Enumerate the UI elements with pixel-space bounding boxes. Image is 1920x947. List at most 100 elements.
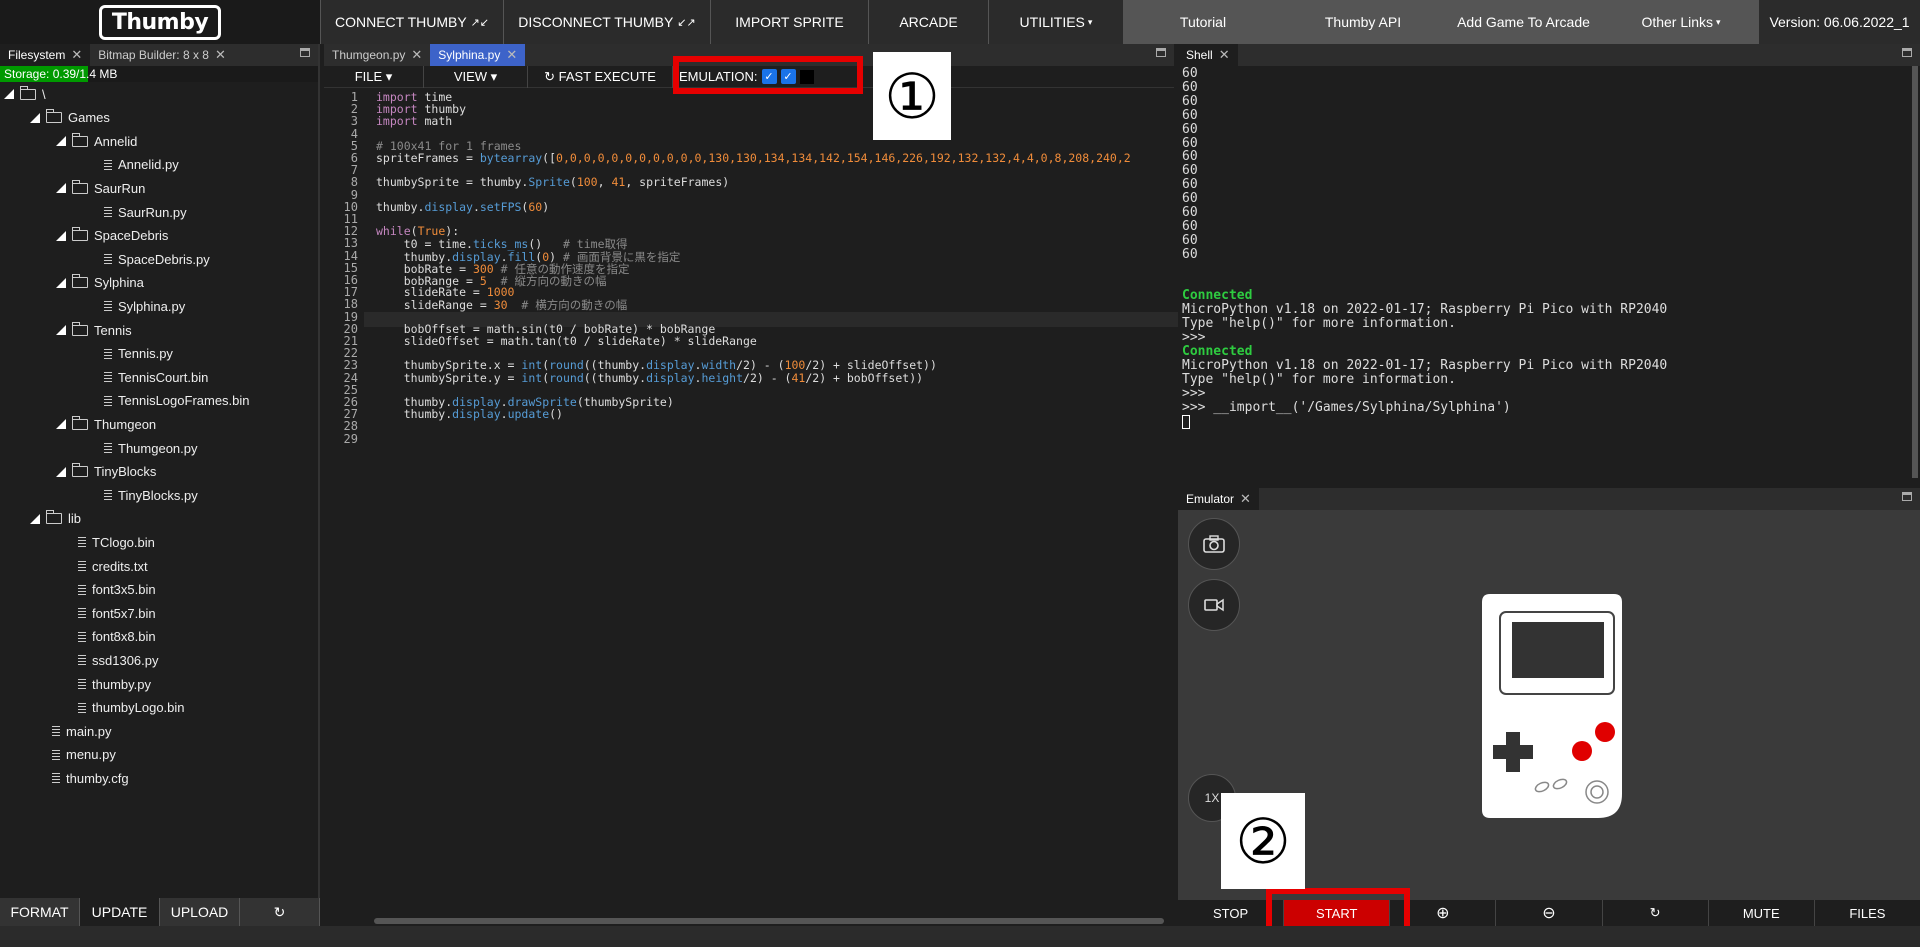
tree-folder[interactable]: SaurRun: [56, 178, 145, 198]
tree-file[interactable]: SpaceDebris.py: [104, 249, 210, 269]
expand-arrow-icon[interactable]: [56, 230, 66, 241]
expand-arrow-icon[interactable]: [56, 466, 66, 477]
expand-arrow-icon[interactable]: [30, 513, 40, 524]
maximize-icon[interactable]: [1902, 48, 1912, 57]
tree-folder[interactable]: Annelid: [56, 131, 137, 151]
tab-emulator[interactable]: Emulator ✕: [1178, 488, 1259, 510]
tree-file[interactable]: thumby.cfg: [52, 768, 129, 788]
tree-file[interactable]: thumby.py: [78, 674, 151, 694]
code-editor[interactable]: 1 import time 2 import thumby 3 import math 4 5…: [324, 88, 1174, 918]
thumby-api-link[interactable]: Thumby API: [1282, 0, 1443, 44]
tree-item-label: Thumgeon: [94, 416, 157, 432]
expand-arrow-icon[interactable]: [56, 136, 66, 147]
screenshot-button[interactable]: [1188, 518, 1240, 570]
files-button[interactable]: FILES: [1815, 900, 1920, 926]
expand-arrow-icon[interactable]: [56, 419, 66, 430]
update-button[interactable]: UPDATE: [80, 898, 160, 926]
horizontal-scrollbar[interactable]: [374, 918, 1164, 924]
tree-file[interactable]: TennisLogoFrames.bin: [104, 391, 250, 411]
shell-line: 60: [1182, 205, 1198, 220]
tree-folder[interactable]: Games: [30, 108, 110, 128]
arcade-button[interactable]: ARCADE: [868, 0, 988, 44]
reset-icon[interactable]: ↻: [1603, 900, 1709, 926]
tutorial-link[interactable]: Tutorial: [1123, 0, 1282, 44]
format-button[interactable]: FORMAT: [0, 898, 80, 926]
close-icon[interactable]: ✕: [1240, 491, 1251, 507]
expand-arrow-icon[interactable]: [56, 325, 66, 335]
connect-icon: ↗↙: [470, 16, 490, 29]
disconnect-thumby-button[interactable]: DISCONNECT THUMBY ↙↗: [503, 0, 710, 44]
expand-arrow-icon[interactable]: [56, 183, 66, 194]
close-icon[interactable]: ✕: [1219, 47, 1230, 63]
shell-cursor[interactable]: [1182, 414, 1190, 429]
tree-file[interactable]: ssd1306.py: [78, 650, 159, 670]
expand-arrow-icon[interactable]: [30, 112, 40, 123]
file-icon: [78, 608, 86, 619]
code-token: update: [507, 407, 550, 422]
close-icon[interactable]: ✕: [215, 47, 226, 63]
code-token: int: [521, 370, 543, 385]
close-icon[interactable]: ✕: [411, 47, 422, 63]
fast-execute-button[interactable]: ↻ FAST EXECUTE: [528, 65, 673, 88]
tree-file[interactable]: Tennis.py: [104, 344, 173, 364]
tree-file[interactable]: TinyBlocks.py: [104, 485, 198, 505]
tree-folder[interactable]: lib: [30, 509, 81, 529]
tree-folder[interactable]: SpaceDebris: [56, 226, 168, 246]
upload-button[interactable]: UPLOAD: [160, 898, 240, 926]
tree-folder[interactable]: Tennis: [56, 320, 132, 340]
zoom-out-icon[interactable]: ⊖: [1496, 900, 1603, 926]
tree-file[interactable]: font5x7.bin: [78, 603, 156, 623]
folder-icon: [72, 132, 88, 147]
version-label: Version: 06.06.2022_1: [1758, 0, 1920, 44]
tab-thumgeon[interactable]: Thumgeon.py ✕: [324, 44, 430, 66]
maximize-icon[interactable]: [1902, 492, 1912, 501]
chevron-down-icon: ▾: [1716, 16, 1721, 27]
file-menu[interactable]: FILE ▾: [324, 65, 424, 88]
mute-button[interactable]: MUTE: [1709, 900, 1815, 926]
shell-line: 60: [1182, 163, 1198, 179]
other-links-menu[interactable]: Other Links ▾: [1603, 0, 1758, 44]
file-icon: [104, 443, 112, 453]
expand-arrow-icon[interactable]: [4, 89, 14, 99]
tree-file[interactable]: Sylphina.py: [104, 296, 185, 316]
close-icon[interactable]: ✕: [506, 47, 517, 63]
tree-file[interactable]: Annelid.py: [104, 155, 179, 175]
tab-sylphina[interactable]: Sylphina.py ✕: [430, 44, 526, 66]
tree-file[interactable]: main.py: [52, 721, 112, 741]
tree-folder[interactable]: Thumgeon: [56, 414, 156, 434]
connect-thumby-button[interactable]: CONNECT THUMBY ↗↙: [320, 0, 503, 44]
shell-output[interactable]: 60 60 60 60 60 60 60 60 60 60 60 60 60 60 Connected Mic…: [1178, 66, 1914, 482]
thumby-logo: Thumby: [98, 4, 222, 40]
code-token: ,: [597, 175, 612, 190]
view-menu[interactable]: VIEW ▾: [424, 65, 528, 88]
tree-file[interactable]: SaurRun.py: [104, 202, 187, 222]
maximize-icon[interactable]: [1156, 48, 1166, 57]
utilities-menu[interactable]: UTILITIES ▾: [988, 0, 1123, 44]
tree-file[interactable]: font3x5.bin: [78, 580, 156, 600]
code-token: display: [424, 199, 473, 214]
tab-shell[interactable]: Shell ✕: [1178, 44, 1238, 66]
expand-arrow-icon[interactable]: [56, 277, 66, 288]
shell-scrollbar[interactable]: [1912, 66, 1918, 478]
code-token: spriteFrames =: [376, 151, 480, 165]
tree-file[interactable]: font8x8.bin: [78, 627, 156, 647]
tree-folder[interactable]: TinyBlocks: [56, 462, 156, 482]
tree-file[interactable]: credits.txt: [78, 556, 148, 576]
add-game-to-arcade-link[interactable]: Add Game To Arcade: [1443, 0, 1603, 44]
tree-folder[interactable]: \: [4, 84, 46, 104]
tree-file[interactable]: thumbyLogo.bin: [78, 698, 185, 718]
tree-file[interactable]: menu.py: [52, 745, 116, 765]
close-icon[interactable]: ✕: [71, 47, 82, 63]
tree-file[interactable]: TennisCourt.bin: [104, 367, 208, 387]
refresh-icon[interactable]: ↻: [240, 898, 320, 926]
tab-filesystem[interactable]: Filesystem ✕: [0, 44, 91, 66]
annotation-marker-2: ②: [1221, 793, 1305, 889]
tab-bitmap-builder[interactable]: Bitmap Builder: 8 x 8 ✕: [90, 44, 234, 66]
maximize-icon[interactable]: [300, 48, 310, 57]
tree-folder[interactable]: Sylphina: [56, 273, 144, 293]
import-sprite-button[interactable]: IMPORT SPRITE: [710, 0, 868, 44]
shell-line: 60: [1182, 246, 1198, 262]
tree-file[interactable]: Thumgeon.py: [104, 438, 198, 458]
tree-file[interactable]: TClogo.bin: [78, 532, 155, 552]
record-button[interactable]: [1188, 579, 1240, 631]
